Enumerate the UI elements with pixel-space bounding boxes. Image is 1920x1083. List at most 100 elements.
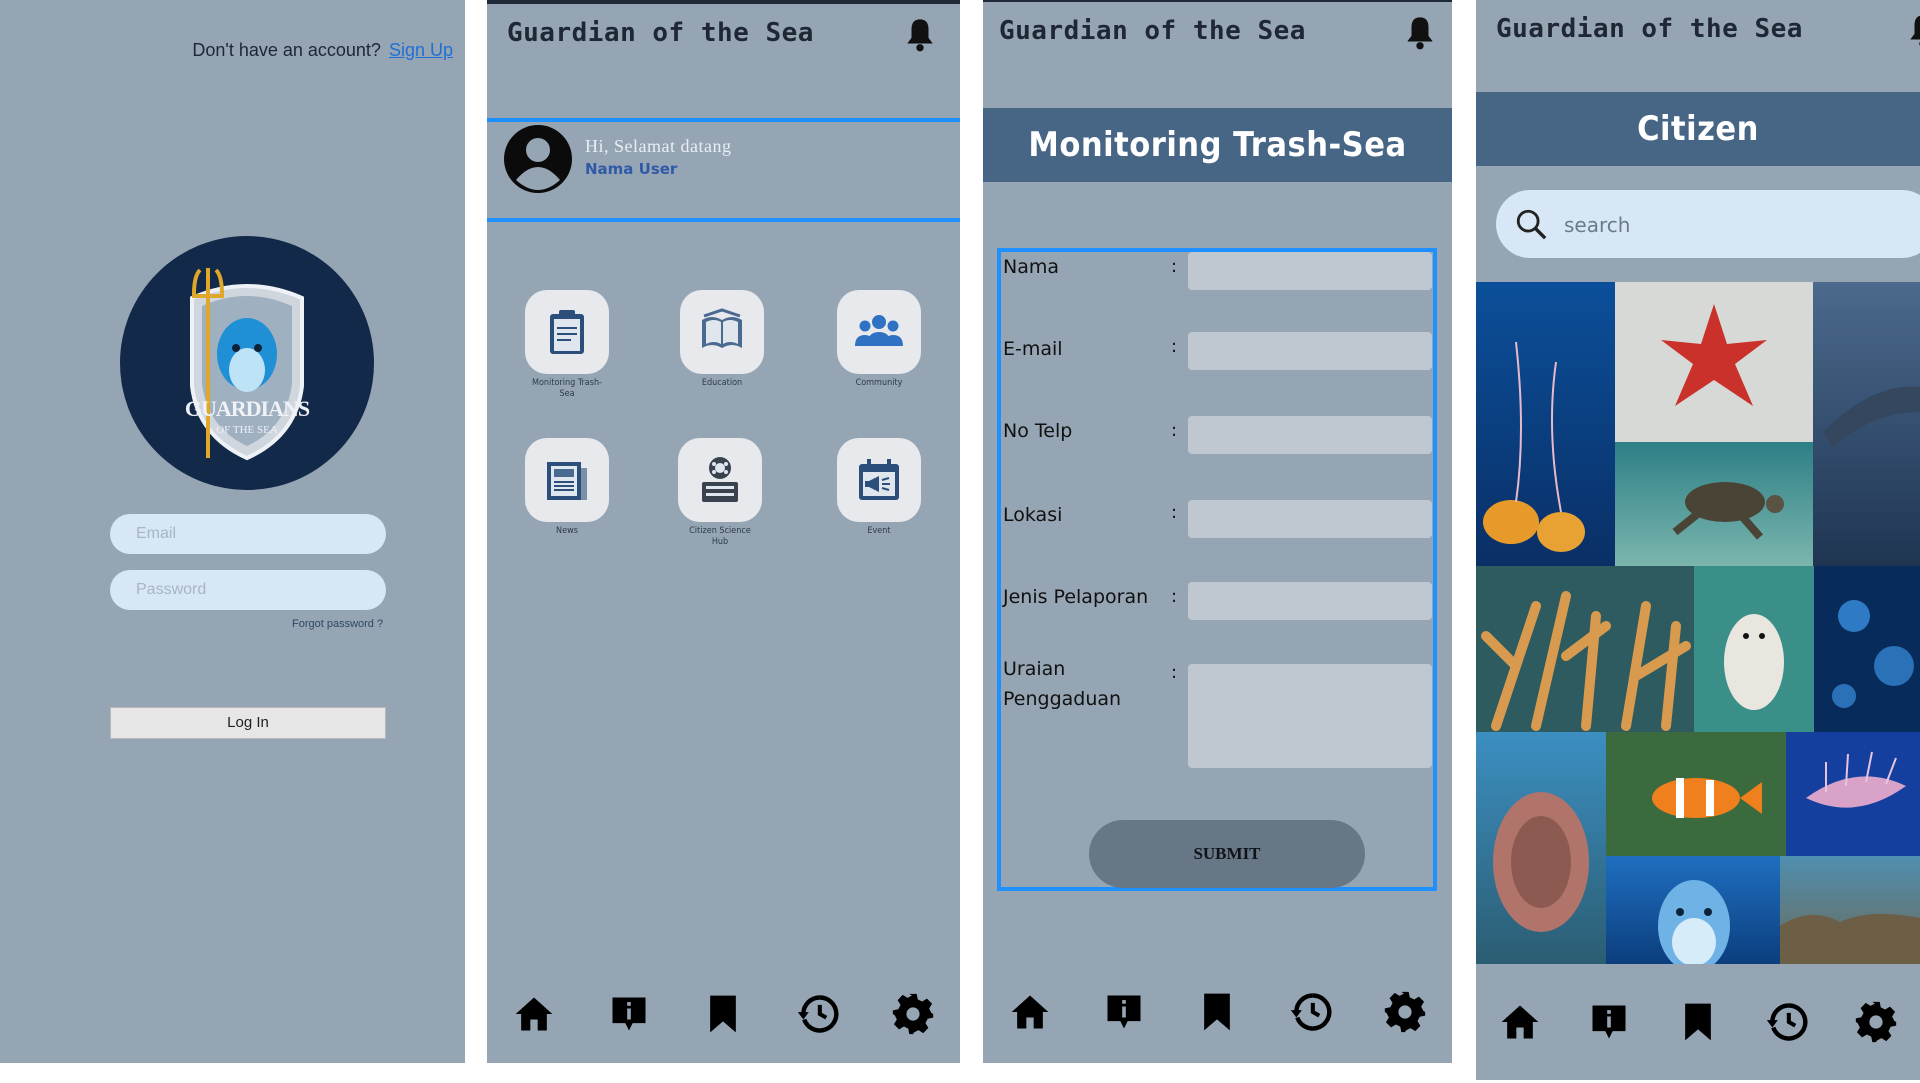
login-button[interactable]: Log In [110,707,386,739]
history-icon[interactable] [796,992,840,1036]
field-colon: : [1171,420,1178,441]
film-reel-icon [702,457,738,502]
seal-icon [1724,614,1784,710]
field-colon: : [1171,586,1178,607]
user-name: Nama User [585,160,678,178]
photo-dolphin[interactable] [1606,856,1780,964]
field-label-nama: Nama [1003,256,1060,278]
search-bar [1496,190,1920,260]
bell-icon[interactable] [1403,14,1437,52]
citizen-screen: Guardian of the Sea Citizen [1476,0,1920,1083]
photo-reef[interactable] [1780,856,1920,964]
starfish-icon [1661,304,1767,406]
home-icon[interactable] [512,992,556,1036]
photo-clownfish[interactable] [1606,732,1786,856]
book-icon [702,308,742,348]
search-icon [1516,209,1547,240]
phone-input[interactable] [1188,416,1432,454]
field-label-no-telp: No Telp [1003,420,1073,442]
app-title: Guardian of the Sea [999,16,1306,46]
logo-subtitle: OF THE SEA [216,424,278,436]
home-icon[interactable] [1498,1000,1542,1044]
info-icon[interactable] [1102,990,1146,1034]
field-label-lokasi: Lokasi [1003,504,1063,526]
field-label-uraian: Uraian Penggaduan [1003,658,1122,710]
calendar-megaphone-icon [859,459,899,500]
jellyfish-icon [1832,600,1914,708]
logo-title: GUARDIANS [184,396,310,421]
menu-event[interactable]: Event [819,438,939,537]
photo-blue-jellyfish[interactable] [1814,566,1920,732]
shield-dolphin-icon [190,268,304,461]
dolphin-icon [1823,386,1920,447]
nama-input[interactable] [1188,252,1432,290]
history-icon[interactable] [1765,1000,1809,1044]
home-icon[interactable] [1008,990,1052,1034]
bottom-nav [487,992,960,1036]
photo-coral[interactable] [1476,566,1694,732]
info-icon[interactable] [1587,1000,1631,1044]
report-form: Nama : E-mail : No Telp : Lokasi : Jenis… [997,248,1437,891]
location-input[interactable] [1188,500,1432,538]
community-icon [855,315,903,346]
menu-news[interactable]: News [507,438,627,537]
photo-lionfish[interactable] [1786,732,1920,856]
menu-label: Education [701,378,743,388]
signup-row: Don't have an account? Sign Up [192,40,453,61]
menu-label: Community [855,378,903,388]
settings-icon[interactable] [1383,990,1427,1034]
page-title: Monitoring Trash-Sea [983,108,1452,182]
email-input[interactable] [1188,332,1432,370]
bookmark-icon[interactable] [1195,990,1239,1034]
report-screen: Guardian of the Sea Monitoring Trash-Sea… [983,0,1452,1063]
avatar[interactable] [503,124,573,194]
menu-label: News [556,526,578,536]
bell-icon[interactable] [1906,12,1920,50]
settings-icon[interactable] [1854,1000,1898,1044]
welcome-banner: Hi, Selamat datang Nama User [487,118,960,222]
clipboard-icon [550,310,584,354]
password-field[interactable] [110,570,386,610]
app-title: Guardian of the Sea [507,18,814,48]
signup-link[interactable]: Sign Up [389,40,453,60]
submit-button[interactable]: SUBMIT [1089,820,1365,888]
bookmark-icon[interactable] [701,992,745,1036]
photo-seal[interactable] [1694,566,1814,732]
menu-education[interactable]: Education [662,290,782,389]
search-input[interactable] [1562,190,1916,260]
field-colon: : [1171,662,1178,683]
bell-icon[interactable] [903,16,937,54]
menu-community[interactable]: Community [819,290,939,389]
history-icon[interactable] [1289,990,1333,1034]
email-field[interactable] [110,514,386,554]
home-screen: Guardian of the Sea Hi, Selamat datang N… [487,0,960,1063]
coral-icon [1481,591,1691,731]
clownfish-icon [1652,778,1762,818]
turtle-icon [1672,482,1784,540]
signup-prompt: Don't have an account? [192,40,381,60]
photo-starfish[interactable] [1615,282,1813,442]
forgot-password-link[interactable]: Forgot password ? [292,618,383,630]
menu-label: Citizen Science Hub [689,526,751,547]
anemone-icon [1493,792,1589,932]
description-textarea[interactable] [1188,664,1432,768]
report-type-input[interactable] [1188,582,1432,620]
photo-anemone[interactable] [1476,732,1606,964]
photo-dolphins[interactable] [1813,282,1920,566]
menu-monitoring[interactable]: Monitoring Trash-Sea [507,290,627,400]
settings-icon[interactable] [891,992,935,1036]
field-colon: : [1171,502,1178,523]
lionfish-icon [1806,751,1906,808]
photo-jellyfish[interactable] [1476,282,1615,566]
page-title: Citizen [1476,92,1920,166]
photo-sea-turtle[interactable] [1615,442,1813,566]
bottom-nav [983,990,1452,1034]
menu-citizen-science[interactable]: Citizen Science Hub [660,438,780,548]
bookmark-icon[interactable] [1676,1000,1720,1044]
newspaper-icon [547,462,587,500]
field-label-jenis-pelaporan: Jenis Pelaporan [1003,586,1149,608]
info-icon[interactable] [607,992,651,1036]
field-colon: : [1171,336,1178,357]
dolphin-icon [1658,880,1730,964]
reef-icon [1780,913,1920,964]
